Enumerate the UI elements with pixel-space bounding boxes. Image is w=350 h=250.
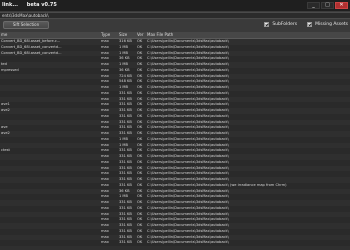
maximize-button[interactable]: □ (321, 2, 334, 9)
file-ver-cell: OK (137, 240, 143, 245)
window-title: link... (2, 2, 19, 8)
version-label: beta v0.75 (26, 2, 57, 8)
column-header-size[interactable]: Size (119, 32, 127, 38)
column-header-name[interactable]: me (1, 32, 7, 38)
filter-checkboxes: SubFolders Missing Assets (264, 22, 348, 27)
missing-assets-option[interactable]: Missing Assets (307, 22, 348, 27)
sift-selection-button[interactable]: Sift Selection (3, 21, 49, 29)
subfolders-option[interactable]: SubFolders (264, 22, 297, 27)
minimize-button[interactable]: _ (307, 2, 320, 9)
missing-assets-label: Missing Assets (315, 22, 348, 27)
column-header-ver[interactable]: Ver (137, 32, 144, 38)
toolbar: Sift Selection SubFolders Missing Assets (0, 20, 350, 32)
file-table: me Type Size Ver Max File Path Convert_B… (0, 32, 350, 250)
table-body: Convert_BD_68l.asset_before.c... max 316 K… (0, 39, 350, 246)
table-header: me Type Size Ver Max File Path (0, 32, 350, 39)
close-button[interactable]: ✕ (335, 2, 348, 9)
file-path-cell: C:\Users\pellin\Documents\3dsMax\autobac… (147, 240, 229, 245)
missing-assets-checkbox[interactable] (307, 22, 313, 27)
title-bar: link... beta v0.75 _ □ ✕ (0, 0, 350, 11)
path-field[interactable]: ents\3dsMax\autoback\ (0, 12, 350, 19)
subfolders-label: SubFolders (272, 22, 298, 27)
subfolders-checkbox[interactable] (264, 22, 270, 27)
column-header-type[interactable]: Type (101, 32, 110, 38)
column-header-path[interactable]: Max File Path (147, 32, 173, 38)
window-controls: _ □ ✕ (307, 2, 348, 9)
file-type-cell: max (101, 240, 109, 245)
file-size-cell: 331 KB (119, 240, 132, 245)
table-row[interactable]: max 331 KB OK C:\Users\pellin\Documents\3ds… (0, 240, 350, 246)
